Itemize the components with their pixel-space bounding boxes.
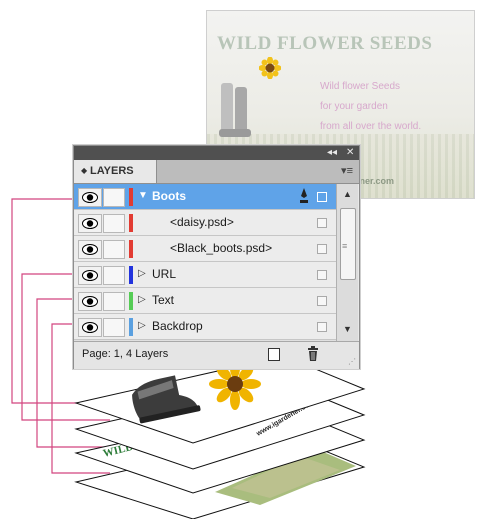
eye-icon[interactable] <box>78 318 102 337</box>
disclosure-expanded-icon[interactable]: ▼ <box>138 190 148 201</box>
lock-toggle[interactable] <box>103 188 125 207</box>
layers-list: ▼ Boots <daisy.psd> <Black_boots.psd> ▷ … <box>74 184 336 341</box>
eye-icon[interactable] <box>78 240 102 259</box>
disclosure-collapsed-icon[interactable]: ▷ <box>138 294 146 305</box>
layers-panel: ◂◂ ✕ ◆ LAYERS ▾≡ ▼ Boots <daisy.psd> <Bl… <box>73 145 360 369</box>
eye-icon[interactable] <box>78 266 102 285</box>
lock-toggle[interactable] <box>103 214 125 233</box>
panel-titlebar: ◂◂ ✕ <box>74 146 359 160</box>
lock-toggle[interactable] <box>103 318 125 337</box>
layer-row-boots[interactable]: ▼ Boots <box>74 184 336 210</box>
selection-square[interactable] <box>317 218 327 228</box>
lock-toggle[interactable] <box>103 292 125 311</box>
tab-layers-label: LAYERS <box>90 165 134 177</box>
tab-layers[interactable]: ◆ LAYERS <box>74 160 157 183</box>
layer-row-backdrop[interactable]: ▷ Backdrop <box>74 314 336 340</box>
layer-name: <daisy.psd> <box>170 215 234 229</box>
panel-menu-icon[interactable]: ▾≡ <box>341 164 353 177</box>
disclosure-collapsed-icon[interactable]: ▷ <box>138 320 146 331</box>
selection-square[interactable] <box>317 192 327 202</box>
selection-square[interactable] <box>317 270 327 280</box>
layer-name: Backdrop <box>152 319 203 333</box>
layer-name: Text <box>152 293 175 307</box>
layers-scrollbar[interactable]: ▲ ≡ ▼ <box>336 184 358 341</box>
collapse-icon[interactable]: ◂◂ <box>327 147 337 158</box>
tab-expand-icon: ◆ <box>81 166 88 175</box>
layer-row-black-boots[interactable]: <Black_boots.psd> <box>74 236 336 262</box>
eye-icon[interactable] <box>78 188 102 207</box>
layer-color-swatch <box>129 318 133 336</box>
selection-square[interactable] <box>317 244 327 254</box>
pen-icon <box>300 188 308 203</box>
close-icon[interactable]: ✕ <box>346 147 354 158</box>
scroll-down-icon[interactable]: ▼ <box>343 324 352 334</box>
scroll-up-icon[interactable]: ▲ <box>343 189 352 199</box>
layer-row-daisy[interactable]: <daisy.psd> <box>74 210 336 236</box>
layer-color-swatch <box>129 240 133 258</box>
panel-status-bar: Page: 1, 4 Layers ⋰ <box>74 341 359 369</box>
resize-grip-icon[interactable]: ⋰ <box>348 357 356 366</box>
eye-icon[interactable] <box>78 292 102 311</box>
layer-name: Boots <box>152 189 186 203</box>
disclosure-collapsed-icon[interactable]: ▷ <box>138 268 146 279</box>
layer-name: URL <box>152 267 177 281</box>
selection-square[interactable] <box>317 322 327 332</box>
trash-icon[interactable] <box>307 346 319 361</box>
eye-icon[interactable] <box>78 214 102 233</box>
scroll-grip-icon: ≡ <box>342 241 348 251</box>
layer-color-swatch <box>129 214 133 232</box>
selection-square[interactable] <box>317 296 327 306</box>
page-layer-count: Page: 1, 4 Layers <box>82 348 169 360</box>
layer-name: <Black_boots.psd> <box>170 241 273 255</box>
panel-tabbar: ◆ LAYERS ▾≡ <box>74 160 359 184</box>
new-layer-icon[interactable] <box>268 348 280 361</box>
lock-toggle[interactable] <box>103 266 125 285</box>
layer-color-swatch <box>129 188 133 206</box>
layer-color-swatch <box>129 266 133 284</box>
layer-row-text[interactable]: ▷ Text <box>74 288 336 314</box>
layer-color-swatch <box>129 292 133 310</box>
lock-toggle[interactable] <box>103 240 125 259</box>
layer-row-url[interactable]: ▷ URL <box>74 262 336 288</box>
